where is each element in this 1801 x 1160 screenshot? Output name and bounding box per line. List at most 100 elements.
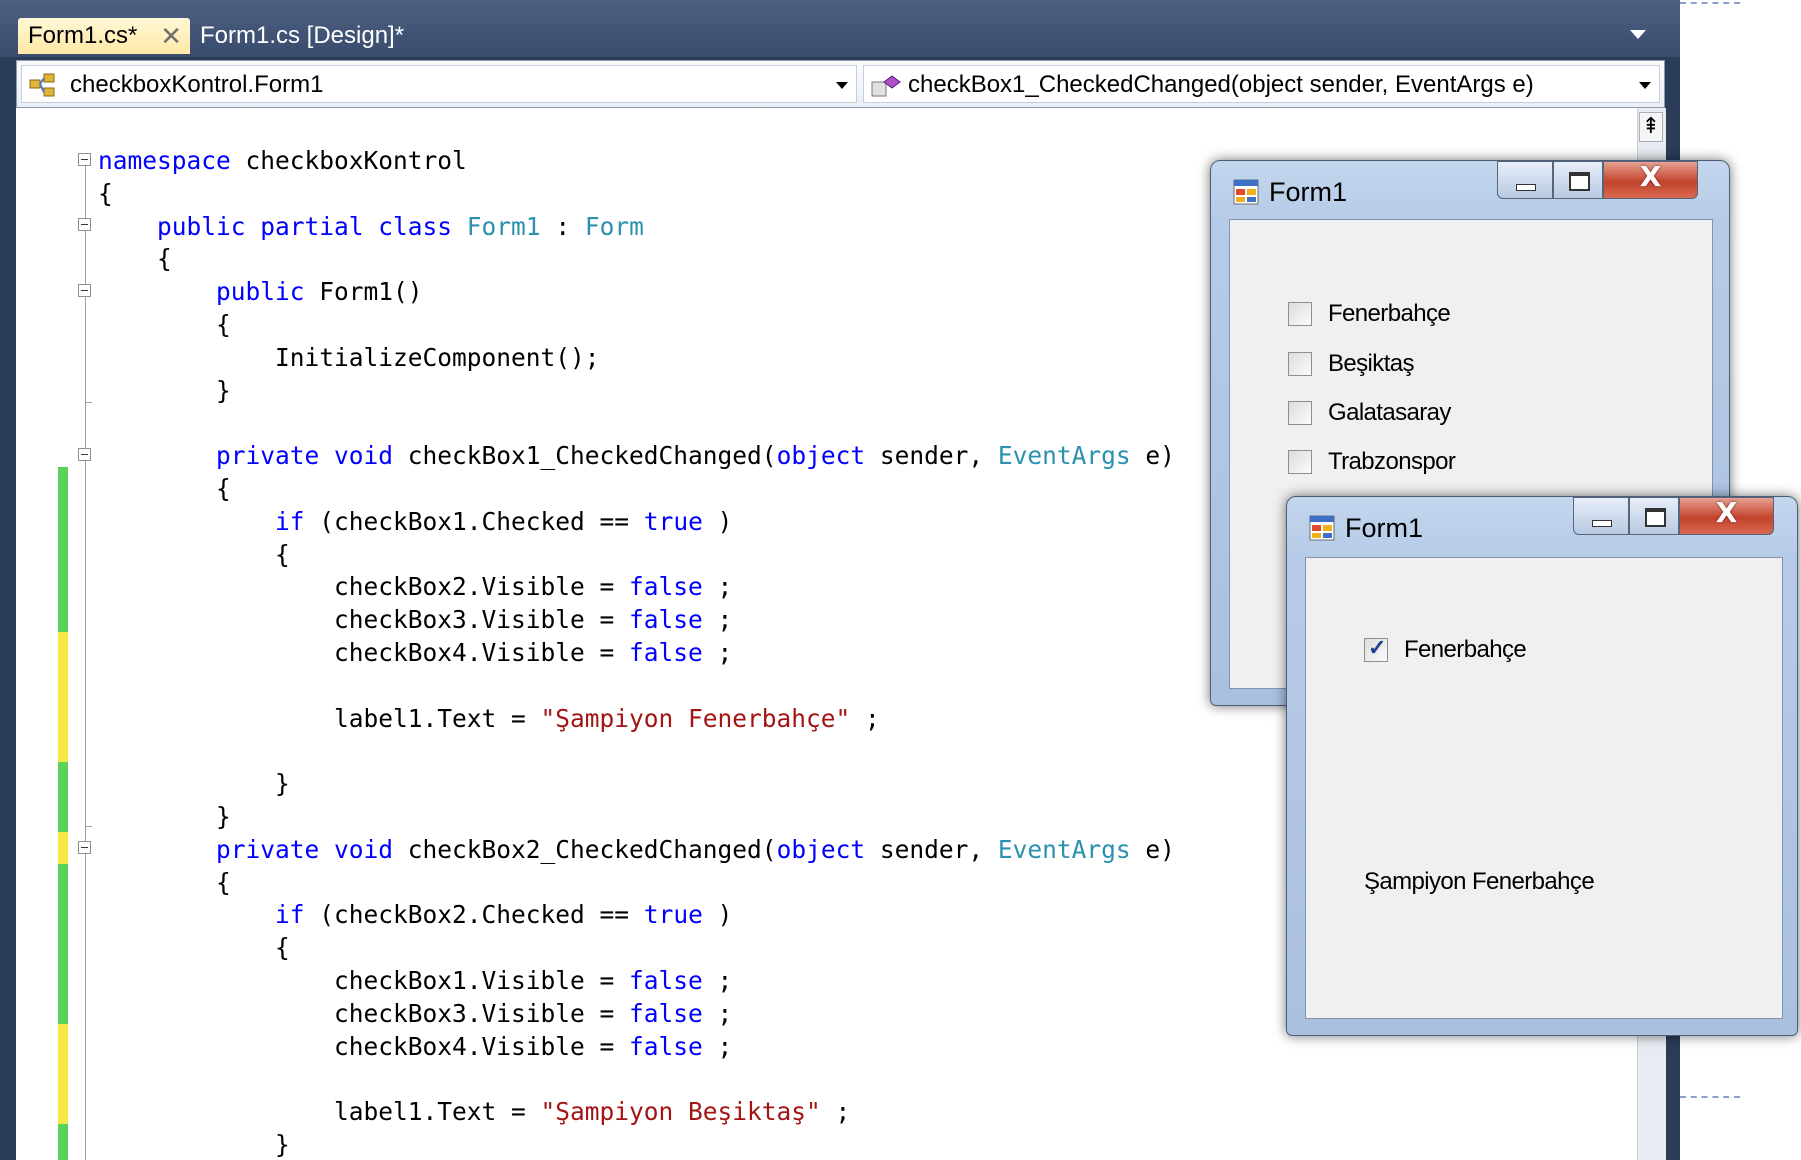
code-line[interactable]: checkBox4.Visible = false ; [98, 637, 1175, 670]
collapse-method-icon[interactable] [78, 448, 91, 461]
code-line[interactable]: { [98, 539, 1175, 572]
chevron-down-icon[interactable] [836, 82, 848, 89]
code-text: label1.Text = [98, 703, 541, 733]
checkbox-box[interactable]: ✓ [1364, 635, 1388, 662]
code-line[interactable]: checkBox3.Visible = false ; [98, 604, 1175, 637]
slide-border-dash [1680, 1096, 1740, 1098]
code-text: checkboxKontrol [245, 146, 467, 175]
navigation-bar: checkboxKontrol.Form1 checkBox1_CheckedC… [16, 60, 1665, 108]
code-text: sender, [879, 834, 998, 864]
code-text: (checkBox1.Checked == [319, 506, 644, 536]
code-line[interactable] [98, 735, 1175, 768]
code-line[interactable]: } [98, 801, 1175, 834]
code-text: label1.Text = [98, 1097, 541, 1127]
code-line[interactable]: namespace checkboxKontrol [98, 145, 1175, 178]
code-line[interactable]: { [98, 867, 1175, 900]
code-line[interactable]: label1.Text = "Şampiyon Fenerbahçe" ; [98, 703, 1175, 736]
code-line[interactable] [98, 670, 1175, 703]
code-keyword: false [629, 998, 703, 1028]
maximize-button[interactable] [1553, 161, 1603, 199]
collapse-method-icon[interactable] [78, 841, 91, 854]
code-text: sender, [879, 441, 998, 471]
tab-form1-cs[interactable]: Form1.cs* ✕ [18, 18, 190, 54]
code-line[interactable]: { [98, 473, 1175, 506]
code-text: { [98, 933, 290, 963]
code-line[interactable]: { [98, 178, 1175, 211]
checkbox-label: Fenerbahçe [1404, 636, 1527, 663]
source-code[interactable]: namespace checkboxKontrol{ public partia… [98, 145, 1175, 1160]
code-keyword: false [629, 1031, 703, 1061]
caption-buttons: X [1497, 160, 1698, 201]
code-text: ; [717, 605, 733, 635]
type-dropdown[interactable]: checkboxKontrol.Form1 [21, 65, 857, 103]
code-string: "Şampiyon Fenerbahçe" [540, 703, 851, 733]
collapse-class-icon[interactable] [78, 218, 91, 231]
code-line[interactable]: private void checkBox2_CheckedChanged(ob… [98, 834, 1175, 867]
tab-label: Form1.cs* [28, 22, 138, 49]
chevron-down-icon[interactable] [1639, 82, 1651, 89]
code-keyword: false [629, 637, 703, 667]
code-line[interactable]: checkBox3.Visible = false ; [98, 998, 1175, 1031]
code-text: } [98, 375, 231, 405]
code-line[interactable]: checkBox2.Visible = false ; [98, 571, 1175, 604]
checkbox-box[interactable] [1288, 302, 1312, 326]
code-text: checkBox1.Visible = [98, 965, 630, 995]
minimize-button[interactable] [1573, 497, 1629, 535]
code-text: } [98, 1129, 290, 1159]
code-line[interactable]: public partial class Form1 : Form [98, 211, 1175, 244]
slide-border-dash [1680, 2, 1740, 4]
checkbox-box[interactable] [1288, 352, 1312, 376]
tab-form1-design[interactable]: Form1.cs [Design]* [190, 18, 430, 54]
code-keyword: false [629, 572, 703, 602]
split-window-icon[interactable]: ⇞ [1639, 112, 1663, 142]
code-text: } [98, 769, 290, 799]
code-text: ; [717, 998, 733, 1028]
form1-window-front[interactable]: Form1 X ✓ Fenerbahçe Şampiyon Fenerbahçe [1286, 496, 1798, 1036]
close-tab-icon[interactable]: ✕ [160, 18, 182, 54]
minimize-button[interactable] [1497, 161, 1553, 199]
code-text: checkBox1_CheckedChanged( [407, 441, 777, 471]
maximize-button[interactable] [1629, 497, 1679, 535]
code-line[interactable]: checkBox1.Visible = false ; [98, 965, 1175, 998]
outline-guide [85, 166, 86, 1160]
checkbox-label: Trabzonspor [1328, 448, 1456, 475]
code-line[interactable]: private void checkBox1_CheckedChanged(ob… [98, 440, 1175, 473]
code-line[interactable] [98, 1063, 1175, 1096]
code-keyword: object [776, 834, 866, 864]
code-line[interactable]: if (checkBox2.Checked == true ) [98, 899, 1175, 932]
close-button[interactable]: X [1679, 496, 1774, 535]
code-keyword: private void [216, 834, 394, 864]
code-line[interactable]: if (checkBox1.Checked == true ) [98, 506, 1175, 539]
code-keyword: if [275, 506, 305, 536]
code-text: checkBox2_CheckedChanged( [407, 834, 777, 864]
member-dropdown[interactable]: checkBox1_CheckedChanged(object sender, … [863, 65, 1660, 103]
code-line[interactable]: { [98, 243, 1175, 276]
code-keyword: true [643, 900, 703, 930]
checkbox-box[interactable] [1288, 450, 1312, 474]
close-button[interactable]: X [1603, 160, 1698, 199]
code-line[interactable]: InitializeComponent(); [98, 342, 1175, 375]
code-line[interactable]: { [98, 309, 1175, 342]
code-line[interactable]: { [98, 932, 1175, 965]
code-line[interactable]: } [98, 768, 1175, 801]
code-line[interactable]: } [98, 375, 1175, 408]
code-line[interactable]: } [98, 1129, 1175, 1160]
checkbox-box[interactable] [1288, 401, 1312, 425]
code-line[interactable]: label1.Text = "Şampiyon Beşiktaş" ; [98, 1096, 1175, 1129]
code-line[interactable]: checkBox4.Visible = false ; [98, 1031, 1175, 1064]
code-text: { [98, 178, 113, 208]
collapse-namespace-icon[interactable] [78, 153, 91, 166]
code-type: EventArgs [997, 834, 1131, 864]
code-keyword: true [643, 506, 703, 536]
tab-dropdown-icon[interactable] [1630, 30, 1646, 39]
method-icon [871, 75, 901, 97]
code-line[interactable] [98, 407, 1175, 440]
code-line[interactable]: public Form1() [98, 276, 1175, 309]
code-text: : [555, 211, 585, 241]
code-text: ; [717, 637, 733, 667]
label1: Şampiyon Fenerbahçe [1364, 868, 1595, 895]
collapse-constructor-icon[interactable] [78, 284, 91, 297]
code-text: { [98, 473, 231, 503]
